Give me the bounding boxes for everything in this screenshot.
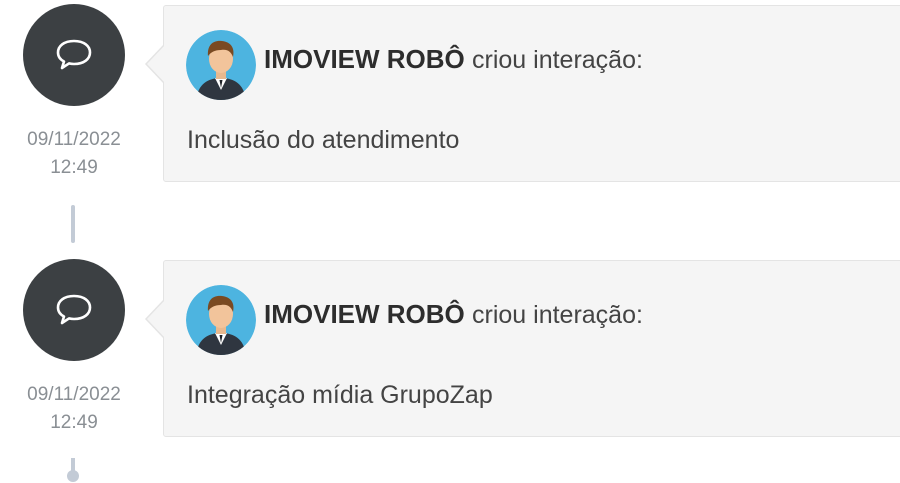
entry-time: 12:49 [50, 412, 98, 433]
interaction-card: IMOVIEW ROBÔ criou interação: Integração… [163, 260, 900, 437]
timeline-connector [71, 205, 75, 243]
avatar [186, 30, 256, 100]
interaction-text: Inclusão do atendimento [187, 126, 460, 154]
author-name[interactable]: IMOVIEW ROBÔ [264, 44, 465, 74]
interaction-card: IMOVIEW ROBÔ criou interação: Inclusão d… [163, 5, 900, 182]
timeline-icon-badge [23, 4, 125, 106]
interaction-text: Integração mídia GrupoZap [187, 381, 493, 409]
avatar [186, 285, 256, 355]
action-text: criou interação: [472, 301, 643, 329]
author-line: IMOVIEW ROBÔ criou interação: [264, 299, 643, 330]
entry-date: 09/11/2022 [27, 129, 121, 150]
card-pointer-fill [147, 45, 165, 83]
timeline-entry: 09/11/2022 12:49 IMOVIEW ROBÔ criou inte… [0, 259, 900, 449]
author-name[interactable]: IMOVIEW ROBÔ [264, 299, 465, 329]
author-line: IMOVIEW ROBÔ criou interação: [264, 44, 643, 75]
entry-time: 12:49 [50, 157, 98, 178]
chat-bubble-icon [56, 39, 92, 70]
timestamp: 09/11/2022 12:49 [0, 126, 148, 182]
timestamp: 09/11/2022 12:49 [0, 381, 148, 437]
timeline-icon-badge [23, 259, 125, 361]
timeline-end-dot [67, 470, 79, 482]
entry-date: 09/11/2022 [27, 384, 121, 405]
action-text: criou interação: [472, 46, 643, 74]
card-pointer-fill [147, 300, 165, 338]
timeline-entry: 09/11/2022 12:49 IMOVIEW ROBÔ criou inte… [0, 4, 900, 194]
chat-bubble-icon [56, 294, 92, 325]
